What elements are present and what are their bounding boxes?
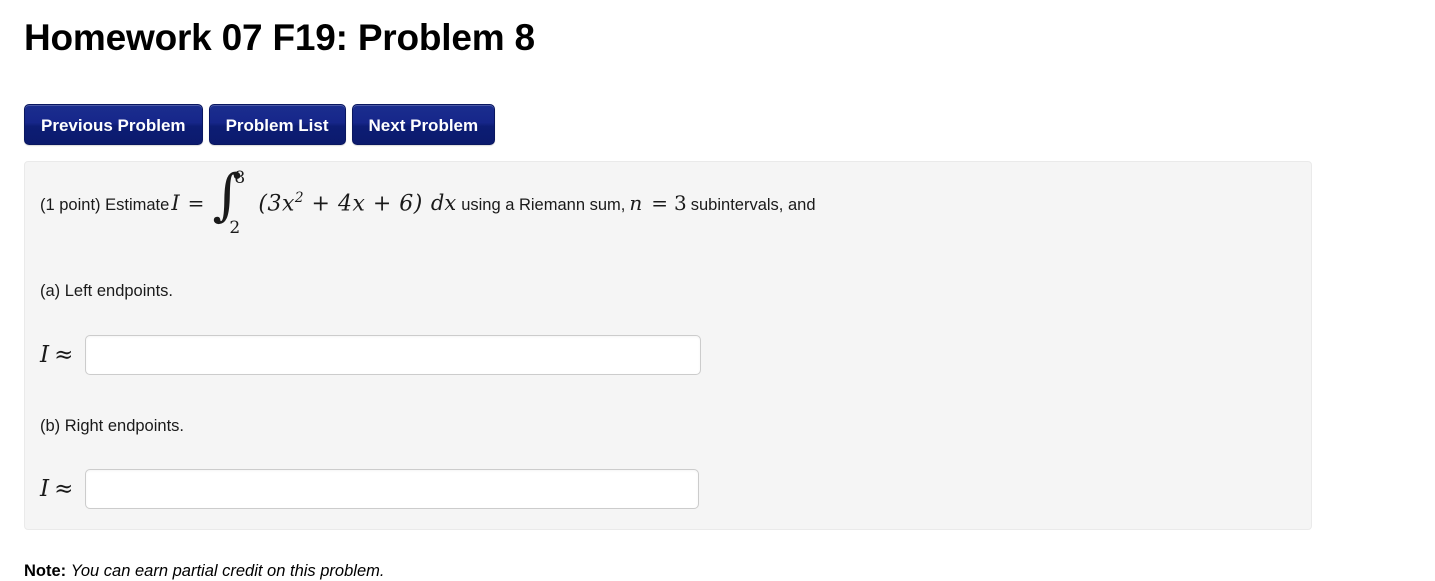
part-b-answer-prefix: I ≈: [40, 476, 73, 502]
integral-upper-limit: 8: [234, 168, 246, 189]
part-b-variable-I: I: [40, 476, 50, 502]
part-b-approx-sign: ≈: [54, 476, 74, 502]
part-a-approx-sign: ≈: [54, 342, 74, 368]
next-problem-button[interactable]: Next Problem: [351, 104, 496, 145]
math-n-equals-sign: =: [651, 191, 669, 216]
problem-page: Homework 07 F19: Problem 8 Previous Prob…: [0, 0, 1435, 581]
part-a-label: (a) Left endpoints.: [40, 282, 173, 300]
math-variable-n: n: [629, 191, 643, 216]
integrand-variable: x: [281, 191, 295, 217]
integrand-leading-term: (3: [258, 191, 282, 217]
math-equals-sign: =: [187, 191, 205, 216]
problem-statement: (1 point) Estimate I = ∫ 8 2 (3x2 + 4x +…: [40, 168, 816, 239]
riemann-sum-text: using a Riemann sum,: [461, 196, 626, 215]
part-a-answer-prefix: I ≈: [40, 342, 73, 368]
part-a-variable-I: I: [40, 342, 50, 368]
part-b-label: (b) Right endpoints.: [40, 417, 184, 435]
note-text: You can earn partial credit on this prob…: [70, 562, 385, 580]
problem-panel: (1 point) Estimate I = ∫ 8 2 (3x2 + 4x +…: [24, 161, 1312, 530]
partial-credit-note: Note: You can earn partial credit on thi…: [24, 562, 384, 581]
navigation-button-group: Previous Problem Problem List Next Probl…: [24, 104, 496, 145]
previous-problem-button[interactable]: Previous Problem: [24, 104, 203, 145]
part-b-answer-input[interactable]: [85, 469, 700, 509]
part-b-answer-row: I ≈: [40, 469, 700, 509]
math-variable-I: I: [171, 191, 180, 216]
integrand-remaining-terms: + 4x + 6): [304, 191, 423, 217]
integral-lower-limit: 2: [229, 218, 241, 239]
points-text: (1 point) Estimate: [40, 196, 170, 215]
integrand-exponent: 2: [294, 190, 305, 206]
subintervals-text: subintervals, and: [690, 196, 816, 215]
part-a-answer-row: I ≈: [40, 335, 702, 375]
problem-list-button[interactable]: Problem List: [208, 104, 346, 145]
differential-dx: dx: [430, 191, 457, 216]
integrand-expression: (3x2 + 4x + 6): [254, 190, 423, 216]
note-prefix: Note:: [24, 562, 67, 580]
part-a-answer-input[interactable]: [85, 335, 702, 375]
page-title: Homework 07 F19: Problem 8: [24, 17, 535, 58]
math-n-value: 3: [674, 191, 687, 216]
